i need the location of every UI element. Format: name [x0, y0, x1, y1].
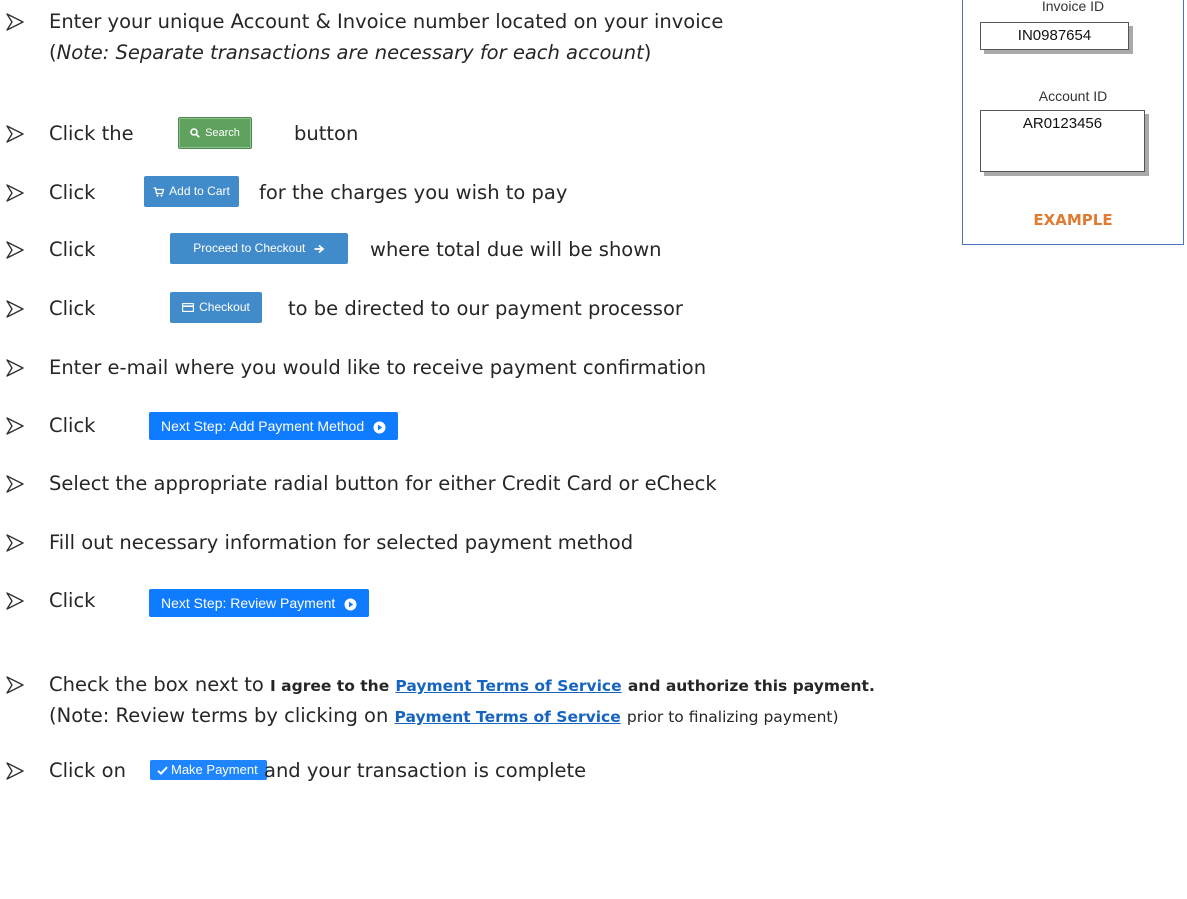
- proceed-to-checkout-button[interactable]: Proceed to Checkout: [170, 233, 348, 264]
- circle-play-icon: [344, 598, 357, 611]
- step-text: Click the: [49, 122, 134, 145]
- account-id-field: AR0123456: [980, 110, 1145, 172]
- payment-terms-link-note[interactable]: Payment Terms of Service: [395, 708, 621, 726]
- step-text: Enter e-mail where you would like to rec…: [49, 356, 707, 379]
- arrowhead-bullet-icon: [6, 241, 24, 259]
- arrowhead-bullet-icon: [6, 534, 24, 552]
- search-button-label: Search: [205, 127, 240, 139]
- step-text: Click on: [49, 759, 126, 782]
- cart-icon: [153, 187, 165, 197]
- step-text: and your transaction is complete: [264, 759, 587, 782]
- account-id-label: Account ID: [1038, 88, 1108, 104]
- make-payment-button[interactable]: Make Payment: [150, 760, 267, 780]
- step-text: where total due will be shown: [370, 238, 662, 261]
- arrow-right-icon: [314, 244, 325, 254]
- circle-play-icon: [373, 421, 386, 434]
- arrowhead-bullet-icon: [6, 125, 24, 143]
- arrowhead-bullet-icon: [6, 676, 24, 694]
- step-text: Fill out necessary information for selec…: [49, 531, 634, 554]
- step-text: Click: [49, 589, 96, 612]
- authorize-bold-text: and authorize this payment.: [627, 677, 875, 695]
- next-add-payment-method-button[interactable]: Next Step: Add Payment Method: [149, 412, 399, 440]
- step-text: Enter your unique Account & Invoice numb…: [49, 10, 724, 33]
- checkout-label: Checkout: [199, 300, 250, 314]
- arrowhead-bullet-icon: [6, 13, 24, 31]
- step-text: Click: [49, 297, 96, 320]
- payment-terms-link[interactable]: Payment Terms of Service: [395, 677, 621, 695]
- example-caption: EXAMPLE: [1033, 211, 1113, 229]
- step-note: (Note: Review terms by clicking on Payme…: [49, 704, 839, 727]
- agree-bold-text: I agree to the: [270, 677, 390, 695]
- next-review-payment-button[interactable]: Next Step: Review Payment: [149, 589, 370, 617]
- arrowhead-bullet-icon: [6, 592, 24, 610]
- step-text: for the charges you wish to pay: [259, 181, 568, 204]
- invoice-id-field: IN0987654: [980, 22, 1129, 50]
- checkmark-icon: [157, 766, 168, 776]
- make-payment-label: Make Payment: [171, 762, 258, 777]
- proceed-label: Proceed to Checkout: [193, 241, 306, 255]
- example-box: Invoice ID IN0987654 Account ID AR012345…: [962, 0, 1184, 245]
- next-review-label: Next Step: Review Payment: [161, 595, 336, 611]
- invoice-id-label: Invoice ID: [1041, 0, 1105, 14]
- step-text: Click: [49, 414, 96, 437]
- next-payment-method-label: Next Step: Add Payment Method: [161, 418, 365, 434]
- step-note: (Note: Separate transactions are necessa…: [49, 41, 652, 64]
- checkout-button[interactable]: Checkout: [170, 292, 262, 323]
- step-text: to be directed to our payment processor: [288, 297, 683, 320]
- add-to-cart-label: Add to Cart: [169, 184, 230, 198]
- magnifier-icon: [190, 128, 200, 138]
- arrowhead-bullet-icon: [6, 417, 24, 435]
- arrowhead-bullet-icon: [6, 762, 24, 780]
- arrowhead-bullet-icon: [6, 184, 24, 202]
- arrowhead-bullet-icon: [6, 475, 24, 493]
- arrowhead-bullet-icon: [6, 359, 24, 377]
- search-button[interactable]: Search: [178, 117, 252, 149]
- arrowhead-bullet-icon: [6, 300, 24, 318]
- step-text: Select the appropriate radial button for…: [49, 472, 717, 495]
- credit-card-icon: [182, 303, 195, 313]
- add-to-cart-button[interactable]: Add to Cart: [144, 176, 239, 207]
- step-text: Click: [49, 181, 96, 204]
- step-text: button: [294, 122, 359, 145]
- note-italic: Note: Separate transactions are necessar…: [56, 41, 644, 64]
- step-text: Check the box next to I agree to the Pay…: [49, 673, 875, 696]
- step-text: Click: [49, 238, 96, 261]
